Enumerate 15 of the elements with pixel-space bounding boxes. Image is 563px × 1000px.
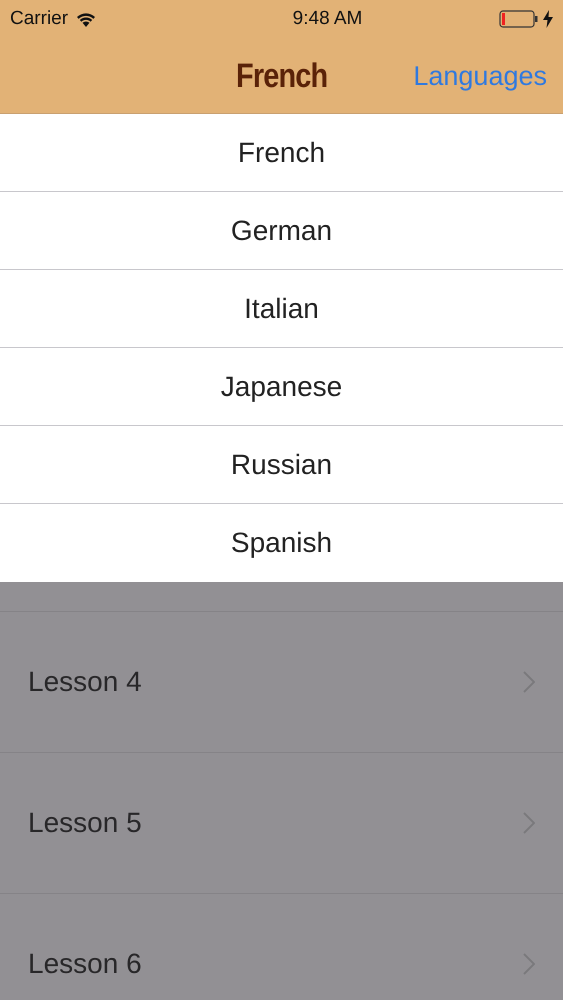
lesson-label: Lesson 5 bbox=[28, 806, 142, 840]
chevron-icon bbox=[523, 671, 535, 693]
battery-icon bbox=[499, 10, 539, 28]
lesson-row[interactable]: Lesson 4 bbox=[0, 612, 563, 753]
clock-time: 9:48 AM bbox=[292, 6, 362, 31]
lesson-row[interactable]: Lesson 5 bbox=[0, 753, 563, 894]
lesson-row[interactable]: Lesson 6 bbox=[0, 894, 563, 1000]
chevron-icon bbox=[523, 812, 535, 834]
lesson-label: Lesson 4 bbox=[28, 665, 142, 699]
screen-title: French bbox=[236, 56, 328, 96]
carrier-label: Carrier bbox=[10, 6, 68, 31]
bolt-icon bbox=[543, 10, 553, 28]
wifi-icon bbox=[76, 12, 96, 26]
chevron-icon bbox=[523, 953, 535, 975]
lesson-label: Lesson 6 bbox=[28, 947, 142, 981]
